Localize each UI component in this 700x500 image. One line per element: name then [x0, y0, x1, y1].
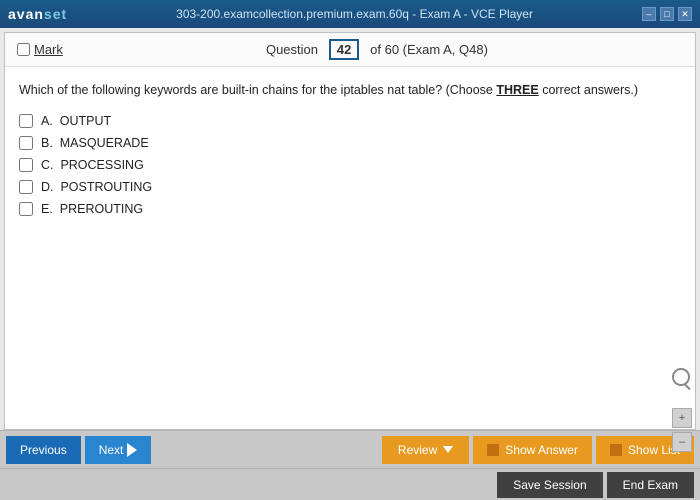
answer-option-b[interactable]: B. MASQUERADE	[19, 136, 681, 150]
main-container: Mark Question 42 of 60 (Exam A, Q48) Whi…	[0, 28, 700, 500]
checkbox-d[interactable]	[19, 180, 33, 194]
review-label: Review	[398, 443, 437, 457]
checkbox-b[interactable]	[19, 136, 33, 150]
zoom-controls: + –	[672, 408, 692, 452]
answer-option-e[interactable]: E. PREROUTING	[19, 202, 681, 216]
label-e[interactable]: E. PREROUTING	[41, 202, 143, 216]
logo-set: set	[44, 6, 67, 22]
logo-avan: avan	[8, 6, 44, 22]
next-label: Next	[99, 443, 124, 457]
question-info: Question 42 of 60 (Exam A, Q48)	[71, 39, 683, 60]
maximize-button[interactable]: □	[660, 7, 674, 21]
next-arrow-icon	[127, 443, 137, 457]
answer-option-d[interactable]: D. POSTROUTING	[19, 180, 681, 194]
label-b[interactable]: B. MASQUERADE	[41, 136, 149, 150]
window-controls: – □ ✕	[642, 7, 692, 21]
answer-option-a[interactable]: A. OUTPUT	[19, 114, 681, 128]
question-number-box: 42	[329, 39, 359, 60]
minimize-button[interactable]: –	[642, 7, 656, 21]
review-button[interactable]: Review	[382, 436, 469, 464]
close-button[interactable]: ✕	[678, 7, 692, 21]
question-label: Question	[266, 42, 318, 57]
question-area: Mark Question 42 of 60 (Exam A, Q48) Whi…	[4, 32, 696, 430]
bottom-bar2: Save Session End Exam	[0, 468, 700, 500]
checkbox-c[interactable]	[19, 158, 33, 172]
end-exam-button[interactable]: End Exam	[607, 472, 694, 498]
save-session-button[interactable]: Save Session	[497, 472, 602, 498]
mark-checkbox[interactable]: Mark	[17, 42, 63, 57]
search-icon[interactable]	[672, 368, 690, 386]
question-of-total: of 60 (Exam A, Q48)	[370, 42, 488, 57]
search-icon-wrapper	[672, 368, 690, 386]
mark-label[interactable]: Mark	[34, 42, 63, 57]
question-text: Which of the following keywords are buil…	[19, 81, 681, 100]
question-header: Mark Question 42 of 60 (Exam A, Q48)	[5, 33, 695, 67]
checkbox-a[interactable]	[19, 114, 33, 128]
show-list-icon	[610, 444, 622, 456]
zoom-in-button[interactable]: +	[672, 408, 692, 428]
label-d[interactable]: D. POSTROUTING	[41, 180, 152, 194]
question-text-plain: Which of the following keywords are buil…	[19, 83, 496, 97]
review-arrow-icon	[443, 446, 453, 453]
checkbox-e[interactable]	[19, 202, 33, 216]
zoom-out-button[interactable]: –	[672, 432, 692, 452]
title-bar: avanset 303-200.examcollection.premium.e…	[0, 0, 700, 28]
answer-option-c[interactable]: C. PROCESSING	[19, 158, 681, 172]
window-title: 303-200.examcollection.premium.exam.60q …	[176, 7, 533, 21]
next-button[interactable]: Next	[85, 436, 152, 464]
question-text-bold: THREE	[496, 83, 538, 97]
label-a[interactable]: A. OUTPUT	[41, 114, 111, 128]
previous-button[interactable]: Previous	[6, 436, 81, 464]
label-c[interactable]: C. PROCESSING	[41, 158, 144, 172]
bottom-toolbar: Previous Next Review Show Answer Show Li…	[0, 430, 700, 468]
question-content: Which of the following keywords are buil…	[5, 67, 695, 429]
question-text-end: correct answers.)	[539, 83, 638, 97]
app-logo: avanset	[8, 6, 67, 22]
show-answer-label: Show Answer	[505, 443, 578, 457]
show-answer-button[interactable]: Show Answer	[473, 436, 592, 464]
mark-checkbox-input[interactable]	[17, 43, 30, 56]
show-answer-icon	[487, 444, 499, 456]
